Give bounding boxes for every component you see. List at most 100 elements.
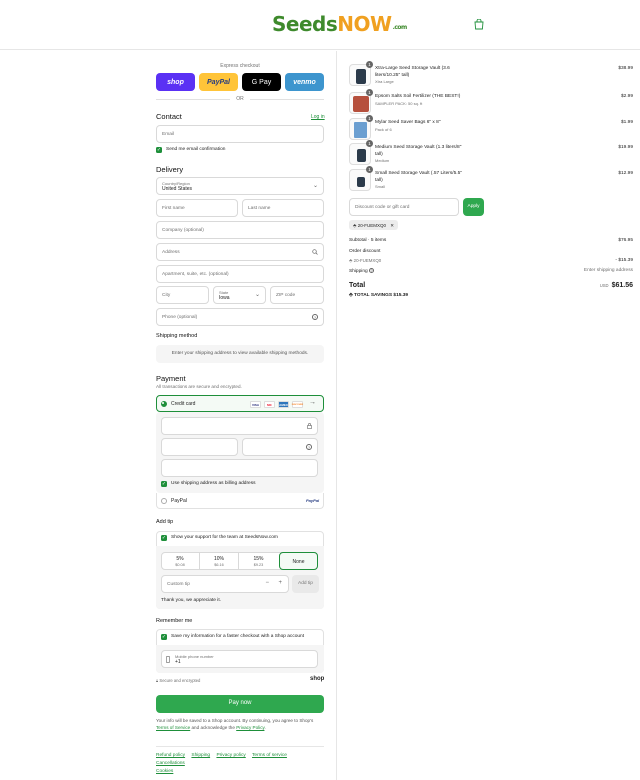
first-name-field[interactable]: First name (156, 199, 238, 217)
more-cards-icon[interactable]: → (309, 399, 316, 406)
company-field[interactable]: Company (optional) (156, 221, 324, 239)
help-icon[interactable]: ? (369, 268, 375, 273)
tip-heading: Add tip (156, 519, 174, 525)
credit-card-radio[interactable] (161, 401, 167, 407)
footer-divider (156, 746, 324, 747)
credit-card-label: Credit card (171, 401, 196, 407)
close-icon[interactable]: ✕ (390, 223, 394, 228)
seedsnow-logo[interactable]: SeedsNOW.com (272, 12, 407, 36)
tip-pct: 5% (176, 556, 184, 562)
pay-now-button[interactable]: Pay now (156, 695, 324, 713)
product-title: Mylar Seed Saver Bags 6" x 8" (375, 120, 441, 125)
subtotal-label: Subtotal · 5 items (349, 238, 387, 243)
custom-tip-placeholder: Custom tip (167, 582, 190, 587)
shop-logo: shop (310, 676, 325, 682)
total-savings-text: TOTAL SAVINGS $15.39 (354, 293, 409, 298)
visa-icon: VISA (250, 401, 261, 408)
paypal-radio[interactable] (161, 498, 167, 504)
shopping-bag-icon[interactable] (474, 19, 484, 30)
company-placeholder: Company (optional) (162, 228, 204, 233)
chevron-down-icon: ⌄ (312, 183, 318, 189)
tip-option-15[interactable]: 15% $9.23 (239, 552, 278, 570)
city-placeholder: City (162, 293, 171, 298)
venmo-button[interactable]: venmo (285, 73, 324, 91)
footer-link-cookies[interactable]: Cookies (156, 769, 173, 774)
google-pay-button[interactable]: G Pay (242, 73, 281, 91)
paypal-option[interactable]: PayPal PayPal (156, 493, 324, 509)
name-on-card-field[interactable] (161, 459, 318, 477)
email-field[interactable]: Email (156, 125, 324, 143)
total-amount: USD $61.56 (600, 282, 633, 289)
state-select[interactable]: State Iowa ⌄ (213, 286, 266, 304)
currency-code: USD (599, 283, 609, 288)
login-link[interactable]: Log in (311, 114, 325, 120)
save-info-checkbox[interactable]: ✓ (161, 634, 167, 640)
shipping-value: Enter shipping address (583, 268, 633, 273)
security-code-field[interactable]: ? (242, 438, 318, 456)
quantity-badge: 1 (366, 166, 373, 173)
lock-icon: 🔒︎ (156, 678, 159, 683)
discount-value: - $15.39 (615, 258, 633, 263)
product-variant: SAMPLER PACK: 50 sq. ft (375, 100, 423, 106)
email-placeholder: Email (162, 132, 174, 137)
country-select[interactable]: Country/Region United States ⌄ (156, 177, 324, 195)
zip-field[interactable]: ZIP code (270, 286, 324, 304)
product-name: Xtra-Large Seed Storage Vault (3.6 liter… (375, 66, 465, 86)
contact-heading: Contact (156, 112, 182, 121)
total-value: $61.56 (611, 282, 633, 289)
add-tip-button[interactable]: Add tip (292, 575, 319, 593)
footer-links: Refund policy Shipping Privacy policy Te… (156, 752, 326, 776)
footer-link-privacy[interactable]: Privacy policy (216, 753, 245, 758)
product-variant: Medium (375, 158, 390, 163)
product-variant: Xtra Large (375, 79, 394, 84)
paypal-button[interactable]: PayPal (199, 73, 238, 91)
plus-icon[interactable]: + (278, 580, 282, 586)
lock-icon (307, 423, 312, 429)
cart-item: 1 Epsom Salts Soil Fertilizer (THE BEST!… (349, 89, 635, 116)
email-opt-checkbox[interactable]: ✓ (156, 147, 162, 153)
product-title: Medium Seed Storage Vault (1.3 liters/8"… (375, 145, 462, 157)
discover-icon: DISCOVER (292, 401, 303, 408)
mobile-phone-field[interactable]: Mobile phone number +1 (161, 650, 318, 668)
product-price: $1.99 (620, 120, 633, 125)
shop-pay-button[interactable]: shop (156, 73, 195, 91)
apply-discount-button[interactable]: Apply (463, 198, 484, 216)
card-number-field[interactable] (161, 417, 318, 435)
address-field[interactable]: Address (156, 243, 324, 261)
tip-option-10[interactable]: 10% $6.16 (200, 552, 239, 570)
billing-same-label: Use shipping address as billing address (171, 481, 256, 486)
quantity-badge: 1 (366, 140, 373, 147)
product-price: $2.99 (620, 94, 633, 99)
city-field[interactable]: City (156, 286, 209, 304)
tip-support-checkbox[interactable]: ✓ (161, 535, 167, 541)
discount-code-field[interactable]: Discount code or gift card (349, 198, 459, 216)
address-placeholder: Address (162, 250, 180, 255)
chevron-down-icon: ⌄ (254, 292, 260, 298)
footer-link-terms[interactable]: Terms of service (252, 753, 287, 758)
last-name-placeholder: Last name (248, 206, 271, 211)
footer-link-shipping[interactable]: Shipping (191, 753, 210, 758)
expiration-field[interactable] (161, 438, 238, 456)
minus-icon[interactable]: − (265, 580, 269, 586)
product-name: Medium Seed Storage Vault (1.3 liters/8"… (375, 145, 465, 165)
paypal-logo-icon: PayPal (306, 498, 320, 503)
apartment-field[interactable]: Apartment, suite, etc. (optional) (156, 265, 324, 283)
billing-same-checkbox[interactable]: ✓ (161, 481, 167, 487)
privacy-policy-link[interactable]: Privacy Policy (236, 725, 264, 730)
product-price: $12.99 (618, 171, 633, 176)
legal-text-end: . (264, 725, 266, 730)
phone-field[interactable]: Phone (optional) ? (156, 308, 324, 326)
credit-card-option[interactable]: Credit card VISA MC AMEX DISCOVER → (156, 395, 324, 412)
total-label: Total (349, 282, 366, 289)
help-icon[interactable]: ? (306, 444, 312, 450)
terms-of-service-link[interactable]: Terms of Service (156, 725, 190, 730)
footer-link-refund[interactable]: Refund policy (156, 753, 185, 758)
tip-thanks-text: Thank you, we appreciate it. (161, 598, 221, 603)
last-name-field[interactable]: Last name (242, 199, 324, 217)
tip-option-5[interactable]: 5% $0.08 (161, 552, 200, 570)
footer-link-cancellations[interactable]: Cancellations (156, 761, 185, 766)
tip-option-none[interactable]: None (279, 552, 318, 570)
first-name-placeholder: First name (162, 206, 185, 211)
custom-tip-field[interactable]: Custom tip − + (161, 575, 289, 593)
help-icon[interactable]: ? (312, 314, 318, 320)
